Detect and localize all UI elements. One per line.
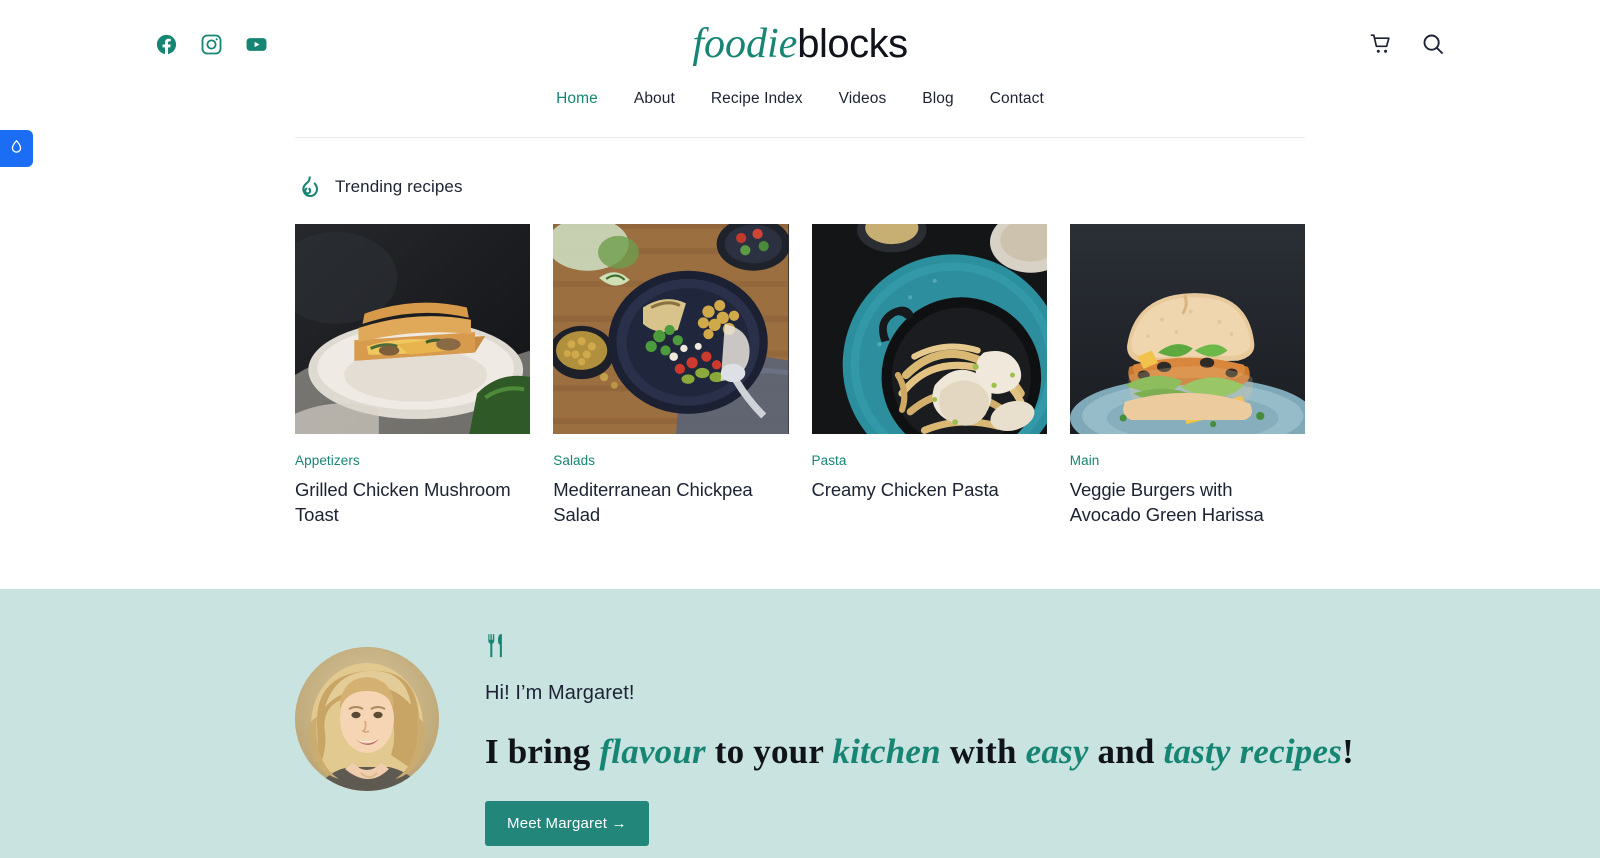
recipe-image-veggie-burger xyxy=(1069,224,1305,434)
bio-headline: I bring flavour to your kitchen with eas… xyxy=(485,732,1354,772)
search-icon xyxy=(1421,32,1445,56)
headline-part-3: with xyxy=(940,732,1026,772)
recipe-category: Pasta xyxy=(811,453,847,468)
social-link-facebook[interactable] xyxy=(155,33,178,56)
recipe-image-chickpea-bowl xyxy=(553,224,789,434)
social-link-youtube[interactable] xyxy=(245,33,268,56)
nav-item-recipe-index[interactable]: Recipe Index xyxy=(693,86,821,112)
headline-part-5: ! xyxy=(1342,732,1354,772)
header-actions xyxy=(1115,32,1445,56)
main-navigation: Home About Recipe Index Videos Blog Cont… xyxy=(0,86,1600,112)
bio-greeting: Hi! I’m Margaret! xyxy=(485,682,635,705)
recipe-category: Salads xyxy=(553,453,596,468)
headline-part-2: to your xyxy=(705,732,833,772)
recipe-category: Main xyxy=(1069,453,1100,468)
header-row: foodieblocks xyxy=(155,18,1445,70)
meet-margaret-button[interactable]: Meet Margaret → xyxy=(485,801,649,847)
headline-part-4: and xyxy=(1088,732,1164,772)
facebook-icon xyxy=(155,33,178,56)
bio-inner: Hi! I’m Margaret! I bring flavour to you… xyxy=(295,627,1354,847)
fork-knife-icon xyxy=(485,633,1354,659)
page-root: foodieblocks Home About Recipe Index Vid… xyxy=(0,0,1600,858)
recipe-title: Creamy Chicken Pasta xyxy=(811,479,999,500)
nav-item-about[interactable]: About xyxy=(616,86,693,112)
avatar xyxy=(295,647,439,792)
logo-text-blocks: blocks xyxy=(797,22,908,66)
recipe-card[interactable]: Appetizers Grilled Chicken Mushroom Toas… xyxy=(295,224,531,527)
recipe-image-creamy-pasta xyxy=(811,224,1047,434)
recipe-image-grilled-sandwich xyxy=(295,224,531,434)
recipe-title: Grilled Chicken Mushroom Toast xyxy=(295,479,511,525)
bio-text-block: Hi! I’m Margaret! I bring flavour to you… xyxy=(485,627,1354,847)
headline-emphasis-kitchen: kitchen xyxy=(832,732,941,772)
flame-icon xyxy=(295,174,321,200)
headline-emphasis-easy: easy xyxy=(1025,732,1089,772)
social-link-instagram[interactable] xyxy=(200,33,223,56)
logo-text-foodie: foodie xyxy=(692,21,798,67)
social-links xyxy=(155,33,485,56)
author-bio-section: Hi! I’m Margaret! I bring flavour to you… xyxy=(0,589,1600,858)
recipe-title: Veggie Burgers with Avocado Green Hariss… xyxy=(1069,479,1264,525)
youtube-icon xyxy=(245,33,268,56)
water-drop-tab[interactable] xyxy=(0,130,33,167)
nav-item-contact[interactable]: Contact xyxy=(972,86,1062,112)
recipe-category: Appetizers xyxy=(295,453,360,468)
cart-icon xyxy=(1369,32,1393,56)
nav-item-videos[interactable]: Videos xyxy=(821,86,905,112)
headline-emphasis-tasty-recipes: tasty recipes xyxy=(1163,732,1343,772)
site-logo[interactable]: foodieblocks xyxy=(485,23,1115,65)
recipe-card[interactable]: Pasta Creamy Chicken Pasta xyxy=(811,224,1047,527)
nav-item-home[interactable]: Home xyxy=(538,86,616,112)
headline-part-1: I bring xyxy=(485,732,600,772)
recipe-card[interactable]: Main Veggie Burgers with Avocado Green H… xyxy=(1069,224,1305,527)
search-button[interactable] xyxy=(1421,32,1445,56)
recipe-card-grid: Appetizers Grilled Chicken Mushroom Toas… xyxy=(295,224,1305,527)
trending-recipes-section: Trending recipes Appetizers Grilled Chic… xyxy=(295,138,1305,527)
recipe-card[interactable]: Salads Mediterranean Chickpea Salad xyxy=(553,224,789,527)
trending-header: Trending recipes xyxy=(295,174,1305,200)
site-header: foodieblocks Home About Recipe Index Vid… xyxy=(0,0,1600,138)
headline-emphasis-flavour: flavour xyxy=(599,732,706,772)
nav-item-blog[interactable]: Blog xyxy=(904,86,971,112)
cart-button[interactable] xyxy=(1369,32,1393,56)
trending-title: Trending recipes xyxy=(335,177,463,196)
water-drop-icon xyxy=(9,138,24,160)
instagram-icon xyxy=(200,33,223,56)
recipe-title: Mediterranean Chickpea Salad xyxy=(553,479,753,525)
